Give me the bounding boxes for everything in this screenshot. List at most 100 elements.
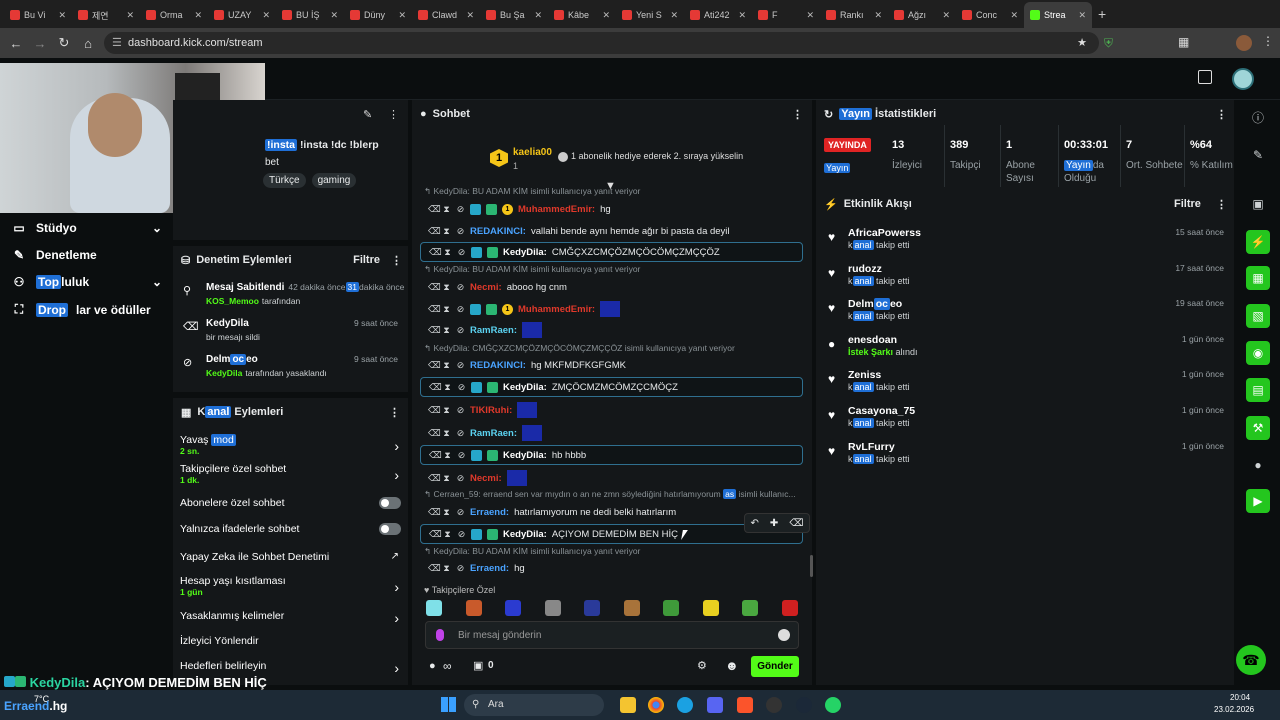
profile-avatar[interactable] xyxy=(1236,35,1252,51)
chat-message[interactable]: ⌫ ⧗ ⊘ REDAKINCI: vallahi bende aynı hemde ağ… xyxy=(420,221,803,241)
chat-settings-icon[interactable]: ⚙ xyxy=(697,659,707,672)
emote-icon[interactable] xyxy=(663,600,679,616)
emote-icon[interactable] xyxy=(426,600,442,616)
chat-username[interactable]: MuhammedEmir: xyxy=(518,304,595,315)
activity-item[interactable]: ♥ AfricaPowerss k anal takip etti 15 saat ön… xyxy=(828,227,1228,259)
timeout-icon[interactable]: ⧗ xyxy=(442,204,451,215)
browser-tab[interactable]: Ati242 ✕ xyxy=(684,2,752,28)
external-link-icon[interactable]: ↗ xyxy=(391,551,399,562)
browser-tab[interactable]: UZAY ✕ xyxy=(208,2,276,28)
chat-username[interactable]: RamRaen: xyxy=(470,428,517,439)
delete-icon[interactable]: ⌫ xyxy=(428,360,441,371)
emote-icon[interactable] xyxy=(505,600,521,616)
delete-icon[interactable]: ⌫ xyxy=(428,473,441,484)
chat-username[interactable]: KedyDila: xyxy=(503,382,547,393)
activity-item[interactable]: ♥ Zeniss k anal takip etti 1 gün önce xyxy=(828,369,1228,401)
forward-icon[interactable]: → xyxy=(28,36,52,51)
ban-icon[interactable]: ⊘ xyxy=(456,507,465,518)
delete-icon[interactable]: ⌫ xyxy=(428,226,441,237)
delete-icon[interactable]: ⌫ xyxy=(428,325,441,336)
tab-close-icon[interactable]: ✕ xyxy=(806,10,814,21)
tab-close-icon[interactable]: ✕ xyxy=(466,10,474,21)
browser-tab[interactable]: Rankı ✕ xyxy=(820,2,888,28)
lightning-tool-icon[interactable]: ⚡ xyxy=(1246,230,1270,254)
tab-close-icon[interactable]: ✕ xyxy=(194,10,202,21)
chat-input-box[interactable]: Bir mesaj gönderin xyxy=(425,621,799,649)
left-menu-item[interactable]: ⛶ Drop lar ve ödüller xyxy=(12,302,162,317)
brave-icon[interactable] xyxy=(737,697,753,713)
emote-picker-icon[interactable]: ☻ xyxy=(725,658,739,673)
info-icon[interactable]: ⓘ xyxy=(1246,105,1270,129)
user-avatar[interactable] xyxy=(1232,68,1254,90)
channel-setting[interactable]: Yalnızca ifadelerle sohbet xyxy=(180,523,405,547)
timeout-icon[interactable]: ⧗ xyxy=(442,304,451,315)
tab-close-icon[interactable]: ✕ xyxy=(670,10,678,21)
timeout-icon[interactable]: ⧗ xyxy=(442,473,451,484)
ban-icon[interactable]: ⊘ xyxy=(456,325,465,336)
chat-username[interactable]: Erraend: xyxy=(470,507,509,518)
ban-icon[interactable]: ⊘ xyxy=(456,282,465,293)
chevron-right-icon[interactable]: › xyxy=(394,438,399,454)
activity-item[interactable]: ♥ Delm oc eo k anal takip etti 19 saat önce xyxy=(828,298,1228,330)
stream-tag[interactable]: gaming xyxy=(311,173,357,188)
whatsapp-icon[interactable] xyxy=(825,697,841,713)
ban-icon[interactable]: ⊘ xyxy=(456,360,465,371)
browser-tab[interactable]: Düny ✕ xyxy=(344,2,412,28)
tab-close-icon[interactable]: ✕ xyxy=(602,10,610,21)
browser-tab[interactable]: Bu Vi ✕ xyxy=(4,2,72,28)
ban-icon[interactable]: ⊘ xyxy=(456,428,465,439)
edit-icon[interactable]: ✎ xyxy=(363,108,372,121)
pin-message-icon[interactable]: ✚ xyxy=(770,518,778,529)
chat-tool-icon[interactable]: ▧ xyxy=(1246,304,1270,328)
discord-icon[interactable] xyxy=(707,697,723,713)
moderation-tool-icon[interactable]: ▤ xyxy=(1246,378,1270,402)
emoji-icon[interactable] xyxy=(778,629,790,641)
delete-icon[interactable]: ⌫ xyxy=(428,304,441,315)
browser-tab[interactable]: Kâbe ✕ xyxy=(548,2,616,28)
delete-message-icon[interactable]: ⌫ xyxy=(789,518,803,529)
channel-points-icon[interactable]: ● xyxy=(429,660,436,672)
pinned-user[interactable]: kaelia00 xyxy=(513,147,552,158)
browser-tab[interactable]: Bu Şa ✕ xyxy=(480,2,548,28)
moderation-menu-icon[interactable]: ⋮ xyxy=(391,254,402,267)
timeout-icon[interactable]: ⧗ xyxy=(443,247,452,258)
chat-message[interactable]: ⌫ ⧗ ⊘ KedyDila: CMĞÇXZCMÇÖZMÇÖCÖMÇZMÇÇÖZ xyxy=(420,242,803,262)
timeout-icon[interactable]: ⧗ xyxy=(442,325,451,336)
emote-icon[interactable] xyxy=(584,600,600,616)
browser-tab[interactable]: 제연 ✕ xyxy=(72,2,140,28)
keyboard-icon[interactable] xyxy=(1198,70,1212,84)
browser-tab[interactable]: Ağzı ✕ xyxy=(888,2,956,28)
toggle-switch[interactable] xyxy=(379,497,401,509)
chevron-down-icon[interactable]: ⌄ xyxy=(152,221,162,235)
tab-close-icon[interactable]: ✕ xyxy=(398,10,406,21)
channel-setting[interactable]: Hesap yaşı kısıtlaması 1 gün › xyxy=(180,575,405,599)
channel-setting[interactable]: Yavaş mod 2 sn. › xyxy=(180,434,405,458)
activity-item[interactable]: ♥ Casayona_75 k anal takip etti 1 gün önce xyxy=(828,405,1228,437)
chat-username[interactable]: MuhammedEmir: xyxy=(518,204,595,215)
activity-username[interactable]: enesdoan xyxy=(848,334,897,346)
browser-tab[interactable]: Orma ✕ xyxy=(140,2,208,28)
tab-close-icon[interactable]: ✕ xyxy=(874,10,882,21)
timeout-icon[interactable]: ⧗ xyxy=(442,405,451,416)
extension-shield-icon[interactable]: ⛨ xyxy=(1104,36,1113,51)
chat-username[interactable]: Necmi: xyxy=(470,282,502,293)
wrench-tool-icon[interactable]: ⚒ xyxy=(1246,416,1270,440)
delete-icon[interactable]: ⌫ xyxy=(428,507,441,518)
broadcast-tool-icon[interactable]: ◉ xyxy=(1246,341,1270,365)
emote-icon[interactable] xyxy=(702,600,719,616)
send-button[interactable]: Gönder xyxy=(751,656,799,677)
mic-icon[interactable] xyxy=(436,629,444,641)
stream-tag[interactable]: Türkçe xyxy=(263,173,306,188)
activity-item[interactable]: ♥ rudozz k anal takip etti 17 saat önce xyxy=(828,263,1228,295)
delete-icon[interactable]: ⌫ xyxy=(428,428,441,439)
activity-username[interactable]: rudozz xyxy=(848,263,882,275)
pencil-icon[interactable]: ✎ xyxy=(1246,143,1270,167)
timeout-icon[interactable]: ⧗ xyxy=(442,428,451,439)
moderation-filter-button[interactable]: Filtre xyxy=(353,254,380,266)
browser-tab[interactable]: Strea ✕ xyxy=(1024,2,1092,28)
ban-icon[interactable]: ⊘ xyxy=(457,247,466,258)
delete-icon[interactable]: ⌫ xyxy=(428,204,441,215)
emote-icon[interactable] xyxy=(781,600,798,616)
tab-close-icon[interactable]: ✕ xyxy=(126,10,134,21)
stats-menu-icon[interactable]: ⋮ xyxy=(1216,108,1227,121)
